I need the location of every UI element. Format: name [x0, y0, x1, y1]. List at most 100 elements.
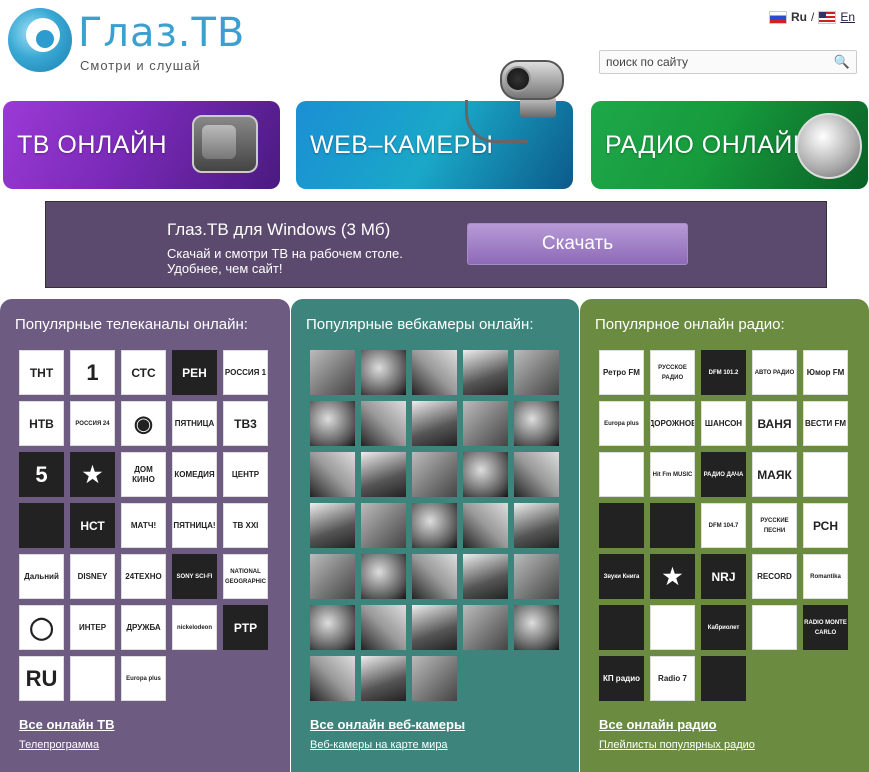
webcam-thumbnail[interactable] [463, 350, 508, 395]
radio-station-tile[interactable]: ДОРОЖНОЕ [650, 401, 695, 446]
radio-station-tile[interactable] [752, 605, 797, 650]
radio-station-tile[interactable] [650, 605, 695, 650]
radio-station-tile[interactable]: РСН [803, 503, 848, 548]
webcam-thumbnail[interactable] [310, 350, 355, 395]
radio-station-tile[interactable] [599, 605, 644, 650]
radio-station-tile[interactable]: МАЯК [752, 452, 797, 497]
radio-station-tile[interactable] [599, 503, 644, 548]
tv-channel-tile[interactable]: КОМЕДИЯ [172, 452, 217, 497]
radio-station-tile[interactable]: Юмор FM [803, 350, 848, 395]
webcam-thumbnail[interactable] [361, 656, 406, 701]
radio-station-tile[interactable]: RADIO MONTE CARLO [803, 605, 848, 650]
webcams-map-link[interactable]: Веб-камеры на карте мира [310, 739, 448, 751]
tv-channel-tile[interactable]: NATIONAL GEOGRAPHIC [223, 554, 268, 599]
tv-channel-tile[interactable]: 24ТЕХНО [121, 554, 166, 599]
radio-station-tile[interactable]: ШАНСОН [701, 401, 746, 446]
webcam-thumbnail[interactable] [310, 656, 355, 701]
webcam-thumbnail[interactable] [361, 554, 406, 599]
webcam-thumbnail[interactable] [463, 503, 508, 548]
tv-channel-tile[interactable]: НТВ [19, 401, 64, 446]
webcam-thumbnail[interactable] [412, 452, 457, 497]
tv-channel-tile[interactable]: ТВ XXI [223, 503, 268, 548]
tv-channel-tile[interactable]: РОССИЯ 1 [223, 350, 268, 395]
webcam-thumbnail[interactable] [463, 401, 508, 446]
tv-channel-tile[interactable]: ЦЕНТР [223, 452, 268, 497]
tv-online-banner[interactable]: ТВ ОНЛАЙН [3, 101, 280, 189]
webcam-thumbnail[interactable] [514, 350, 559, 395]
tv-channel-tile[interactable]: Дальний [19, 554, 64, 599]
webcam-thumbnail[interactable] [361, 452, 406, 497]
radio-station-tile[interactable] [701, 656, 746, 701]
webcam-thumbnail[interactable] [514, 605, 559, 650]
radio-station-tile[interactable]: Ретро FM [599, 350, 644, 395]
webcam-thumbnail[interactable] [310, 503, 355, 548]
tv-channel-tile[interactable] [19, 503, 64, 548]
webcam-thumbnail[interactable] [514, 554, 559, 599]
tv-channel-tile[interactable]: РЕН [172, 350, 217, 395]
download-button[interactable]: Скачать [467, 223, 688, 265]
webcam-thumbnail[interactable] [361, 605, 406, 650]
tv-channel-tile[interactable]: ★ [70, 452, 115, 497]
tv-channel-tile[interactable]: 1 [70, 350, 115, 395]
radio-station-tile[interactable]: ВЕСТИ FM [803, 401, 848, 446]
radio-station-tile[interactable]: Radio 7 [650, 656, 695, 701]
webcam-thumbnail[interactable] [463, 605, 508, 650]
tv-channel-tile[interactable]: RU [19, 656, 64, 701]
tv-channel-tile[interactable]: SONY SCI-FI [172, 554, 217, 599]
tv-channel-tile[interactable]: 5 [19, 452, 64, 497]
all-webcams-link[interactable]: Все онлайн веб-камеры [310, 717, 465, 732]
radio-station-tile[interactable] [599, 452, 644, 497]
radio-station-tile[interactable]: ВАНЯ [752, 401, 797, 446]
radio-station-tile[interactable]: Hit Fm MUSIC [650, 452, 695, 497]
radio-station-tile[interactable]: DFM 101.2 [701, 350, 746, 395]
webcam-thumbnail[interactable] [514, 503, 559, 548]
tv-channel-tile[interactable]: СТС [121, 350, 166, 395]
tv-channel-tile[interactable]: РТР [223, 605, 268, 650]
tv-channel-tile[interactable]: РОССИЯ 24 [70, 401, 115, 446]
webcam-thumbnail[interactable] [412, 554, 457, 599]
search-icon[interactable]: 🔍 [834, 54, 850, 70]
radio-station-tile[interactable]: RECORD [752, 554, 797, 599]
radio-station-tile[interactable]: АВТО РАДИО [752, 350, 797, 395]
radio-station-tile[interactable]: DFM 104.7 [701, 503, 746, 548]
tv-channel-tile[interactable]: nickelodeon [172, 605, 217, 650]
radio-station-tile[interactable]: Europa plus [599, 401, 644, 446]
all-tv-link[interactable]: Все онлайн ТВ [19, 717, 115, 732]
radio-station-tile[interactable] [803, 452, 848, 497]
lang-ru[interactable]: Ru [791, 10, 807, 24]
tv-channel-tile[interactable]: МАТЧ! [121, 503, 166, 548]
tv-channel-tile[interactable]: ПЯТНИЦА [172, 401, 217, 446]
radio-playlists-link[interactable]: Плейлисты популярных радио [599, 739, 755, 751]
radio-station-tile[interactable] [650, 503, 695, 548]
tv-channel-tile[interactable]: Europa plus [121, 656, 166, 701]
webcam-thumbnail[interactable] [361, 401, 406, 446]
radio-station-tile[interactable]: NRJ [701, 554, 746, 599]
site-logo[interactable]: Глаз.ТВ Смотри и слушай [8, 8, 248, 78]
tv-channel-tile[interactable] [70, 656, 115, 701]
tv-channel-tile[interactable]: ◉ [121, 401, 166, 446]
webcam-thumbnail[interactable] [310, 554, 355, 599]
webcam-thumbnail[interactable] [310, 605, 355, 650]
tv-channel-tile[interactable]: ИНТЕР [70, 605, 115, 650]
webcam-thumbnail[interactable] [361, 503, 406, 548]
search-input[interactable] [600, 51, 832, 73]
radio-station-tile[interactable]: Кабриолет [701, 605, 746, 650]
tv-channel-tile[interactable]: НСТ [70, 503, 115, 548]
tv-channel-tile[interactable]: ТВ3 [223, 401, 268, 446]
webcam-thumbnail[interactable] [463, 452, 508, 497]
radio-station-tile[interactable]: РУССКИЕ ПЕСНИ [752, 503, 797, 548]
radio-station-tile[interactable]: КП радио [599, 656, 644, 701]
webcam-thumbnail[interactable] [310, 452, 355, 497]
webcam-thumbnail[interactable] [412, 401, 457, 446]
tv-channel-tile[interactable]: ДОМ КИНО [121, 452, 166, 497]
radio-station-tile[interactable]: Звуки Книга [599, 554, 644, 599]
webcam-thumbnail[interactable] [412, 350, 457, 395]
lang-en-link[interactable]: En [840, 10, 855, 24]
tv-channel-tile[interactable]: ◯ [19, 605, 64, 650]
webcam-thumbnail[interactable] [412, 605, 457, 650]
radio-station-tile[interactable]: ★ [650, 554, 695, 599]
webcam-thumbnail[interactable] [412, 503, 457, 548]
webcam-thumbnail[interactable] [310, 401, 355, 446]
webcam-thumbnail[interactable] [412, 656, 457, 701]
webcam-thumbnail[interactable] [463, 554, 508, 599]
